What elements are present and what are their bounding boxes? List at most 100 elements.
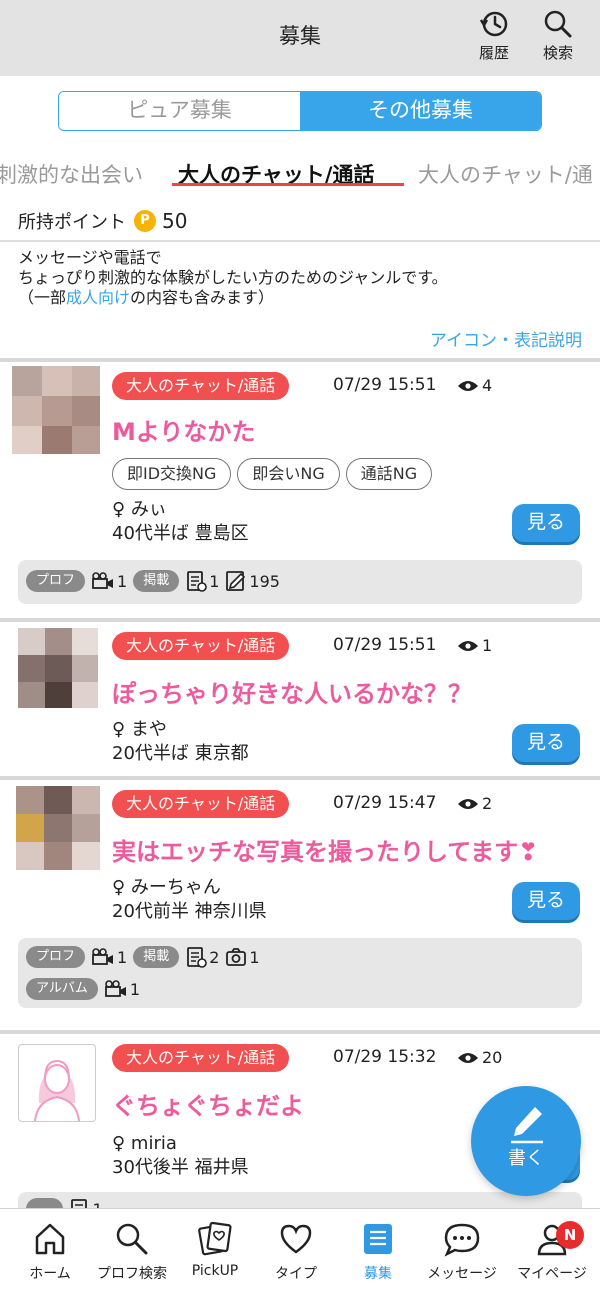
nav-pickup[interactable]: PickUP (175, 1217, 255, 1279)
bottom-nav: ホーム プロフ検索 PickUP タイプ 募集 メッセージ マイページ N (0, 1208, 600, 1298)
ng-tags: 即ID交換NG 即会いNG 通話NG (112, 458, 433, 490)
genre-badge: 大人のチャット/通話 (112, 632, 290, 660)
female-icon: ♀ (112, 719, 126, 740)
poster-name: miria (130, 1133, 177, 1154)
write-label: 書く (508, 1148, 544, 1169)
post-time: 07/29 15:51 (333, 375, 437, 395)
diary-icon (226, 571, 246, 591)
eye-icon (458, 798, 478, 809)
points-label: 所持ポイント (18, 212, 126, 233)
post-title[interactable]: ぽっちゃり好きな人いるかな？？ (112, 674, 472, 709)
ng-tag: 通話NG (345, 458, 433, 490)
genre-badge: 大人のチャット/通話 (112, 372, 290, 400)
notification-badge: N (556, 1221, 584, 1249)
view-count-value: 4 (482, 376, 493, 395)
view-count-value: 2 (482, 794, 493, 813)
genre-description: メッセージや電話で ちょっぴり刺激的な体験がしたい方のためのジャンルです。 （一… (18, 248, 448, 308)
search-icon (116, 1223, 148, 1255)
nav-message[interactable]: メッセージ (418, 1217, 506, 1283)
nav-type[interactable]: タイプ (256, 1217, 336, 1283)
recruit-board-icon (364, 1224, 392, 1254)
history-button[interactable]: 履歴 (466, 8, 522, 63)
avatar[interactable] (16, 786, 100, 870)
meta-row: プロフ 1 掲載 2 1 (26, 946, 266, 968)
board-count: 1 (185, 570, 219, 592)
icon-legend-link[interactable]: アイコン・表記説明 (430, 326, 582, 351)
keisai-pill[interactable]: 掲載 (133, 946, 180, 968)
keisai-pill[interactable]: 掲載 (133, 570, 180, 592)
avatar[interactable] (18, 628, 98, 708)
genre-badge: 大人のチャット/通話 (112, 790, 290, 818)
description-line: メッセージや電話で (18, 248, 162, 267)
diary-count: 195 (225, 570, 280, 592)
post-time: 07/29 15:47 (333, 793, 437, 813)
nav-home[interactable]: ホーム (10, 1217, 90, 1283)
write-post-button[interactable]: 書く (471, 1086, 581, 1196)
heart-icon (280, 1224, 312, 1254)
search-label: 検索 (542, 44, 573, 62)
nav-profile-search[interactable]: プロフ検索 (88, 1217, 176, 1283)
album-pill[interactable]: アルバム (26, 978, 98, 1000)
poster-profile: ♀ みーちゃん 20代前半 神奈川県 (112, 876, 267, 924)
default-avatar[interactable] (18, 1044, 96, 1122)
meta-row: アルバム 1 (26, 978, 146, 1000)
avatar[interactable] (12, 366, 100, 454)
ng-tag: 即ID交換NG (112, 458, 232, 490)
video-count: 1 (91, 948, 127, 967)
genre-badge: 大人のチャット/通話 (112, 1044, 290, 1072)
adult-content-link[interactable]: 成人向け (66, 288, 130, 307)
post-title[interactable]: 実はエッチな写真を撮ったりしてます❣ (112, 832, 538, 867)
page: 募集 履歴 検索 ピュア募集 その他募集 刺激的な出会い 大人のチャット/通話 … (0, 0, 600, 1298)
genre-tab-next[interactable]: 大人のチャット/通 (418, 159, 593, 189)
poster-age-area: 30代後半 福井県 (112, 1157, 249, 1178)
poster-name: みぃ (130, 499, 167, 520)
see-button[interactable]: 見る (512, 724, 580, 762)
view-count: 20 (456, 1048, 502, 1067)
view-count: 2 (456, 794, 492, 813)
nav-label: メッセージ (427, 1266, 497, 1282)
divider (0, 240, 600, 242)
search-button[interactable]: 検索 (530, 8, 586, 63)
post-title[interactable]: Mよりなかた (112, 412, 255, 447)
eye-icon (458, 1052, 478, 1063)
poster-age-area: 20代前半 神奈川県 (112, 901, 267, 922)
post-title[interactable]: ぐちょぐちょだよ (112, 1086, 304, 1121)
points-value: 50 (162, 209, 188, 233)
board-icon (187, 571, 208, 592)
video-camera-icon (104, 980, 126, 997)
album-video-count: 1 (104, 980, 140, 999)
poster-name: まや (130, 719, 167, 740)
other-recruit-tab[interactable]: その他募集 (300, 92, 541, 130)
history-icon (479, 11, 508, 37)
eye-icon (458, 640, 478, 651)
view-count: 1 (456, 636, 492, 655)
see-button[interactable]: 見る (512, 504, 580, 542)
home-icon (35, 1223, 65, 1255)
video-camera-icon (92, 948, 114, 965)
prof-pill[interactable]: プロフ (26, 946, 86, 968)
view-count: 4 (456, 376, 492, 395)
poster-profile: ♀ みぃ 40代半ば 豊島区 (112, 498, 249, 546)
nav-label: マイページ (517, 1266, 587, 1282)
see-button[interactable]: 見る (512, 882, 580, 920)
point-icon: P (134, 210, 156, 232)
description-line: （一部成人向けの内容も含みます） (18, 288, 448, 308)
post-meta: プロフ 1 掲載 2 1 アルバム 1 (18, 938, 582, 1008)
post-meta: プロフ 1 掲載 1 195 (18, 560, 582, 604)
genre-tab-stimulating[interactable]: 刺激的な出会い (0, 159, 143, 189)
poster-profile: ♀ miria 30代後半 福井県 (112, 1132, 249, 1180)
nav-recruit[interactable]: 募集 (338, 1217, 418, 1283)
divider (0, 358, 600, 362)
pure-recruit-tab[interactable]: ピュア募集 (59, 92, 300, 130)
female-icon: ♀ (112, 499, 126, 520)
diary-count-value: 195 (249, 571, 280, 591)
pickup-cards-icon (198, 1221, 232, 1256)
meta-row: プロフ 1 掲載 1 195 (26, 570, 286, 592)
header: 募集 履歴 検索 (0, 0, 600, 76)
nav-mypage[interactable]: マイページ N (510, 1217, 594, 1283)
search-icon (544, 10, 572, 38)
video-count: 1 (91, 572, 127, 591)
poster-name: みーちゃん (130, 877, 221, 898)
poster-age-area: 40代半ば 豊島区 (112, 523, 249, 544)
prof-pill[interactable]: プロフ (26, 570, 86, 592)
